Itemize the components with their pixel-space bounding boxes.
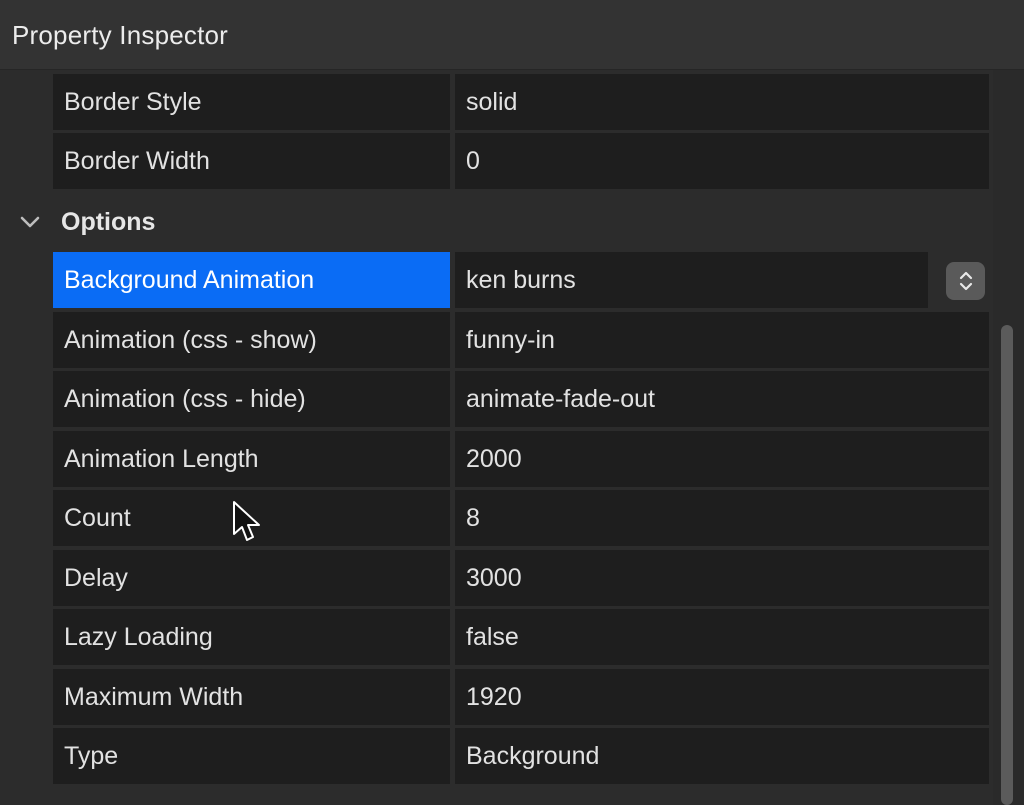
property-list: Border Style solid Border Width 0 Option… — [0, 70, 993, 805]
property-label: Animation (css - show) — [53, 312, 450, 368]
property-label: Lazy Loading — [53, 609, 450, 665]
chevron-down-icon[interactable] — [18, 210, 42, 234]
property-row-delay[interactable]: Delay 3000 — [53, 550, 989, 606]
panel-title: Property Inspector — [12, 20, 229, 50]
property-row-type[interactable]: Type Background — [53, 728, 989, 784]
property-row-border-width[interactable]: Border Width 0 — [53, 133, 989, 189]
property-value[interactable]: 3000 — [455, 550, 989, 606]
title-bar: Property Inspector — [0, 0, 1024, 70]
mouse-pointer-icon — [233, 501, 260, 541]
property-row-border-style[interactable]: Border Style solid — [53, 74, 989, 130]
property-row-animation-css-hide[interactable]: Animation (css - hide) animate-fade-out — [53, 371, 989, 427]
property-row-animation-css-show[interactable]: Animation (css - show) funny-in — [53, 312, 989, 368]
property-value[interactable]: 0 — [455, 133, 989, 189]
property-row-background-animation[interactable]: Background Animation ken burns — [53, 252, 989, 308]
property-value[interactable]: animate-fade-out — [455, 371, 989, 427]
property-label: Background Animation — [53, 252, 450, 308]
property-label: Maximum Width — [53, 669, 450, 725]
property-row-animation-length[interactable]: Animation Length 2000 — [53, 431, 989, 487]
property-value[interactable]: Background — [455, 728, 989, 784]
property-value[interactable]: 8 — [455, 490, 989, 546]
updown-stepper-icon[interactable] — [946, 262, 985, 300]
section-header-options[interactable]: Options — [0, 194, 993, 250]
scrollbar-thumb[interactable] — [1001, 325, 1013, 805]
property-row-lazy-loading[interactable]: Lazy Loading false — [53, 609, 989, 665]
property-row-count[interactable]: Count 8 — [53, 490, 989, 546]
section-title: Options — [61, 208, 156, 236]
property-value[interactable]: 2000 — [455, 431, 989, 487]
property-inspector-panel: Property Inspector Border Style solid Bo… — [0, 0, 1024, 805]
property-value[interactable]: 1920 — [455, 669, 989, 725]
property-value[interactable]: false — [455, 609, 989, 665]
property-label: Type — [53, 728, 450, 784]
property-label: Delay — [53, 550, 450, 606]
property-label: Animation Length — [53, 431, 450, 487]
property-value[interactable]: solid — [455, 74, 989, 130]
property-label: Animation (css - hide) — [53, 371, 450, 427]
property-label: Border Width — [53, 133, 450, 189]
property-label: Border Style — [53, 74, 450, 130]
property-value-select[interactable]: ken burns — [455, 252, 928, 308]
property-value[interactable]: funny-in — [455, 312, 989, 368]
property-row-maximum-width[interactable]: Maximum Width 1920 — [53, 669, 989, 725]
